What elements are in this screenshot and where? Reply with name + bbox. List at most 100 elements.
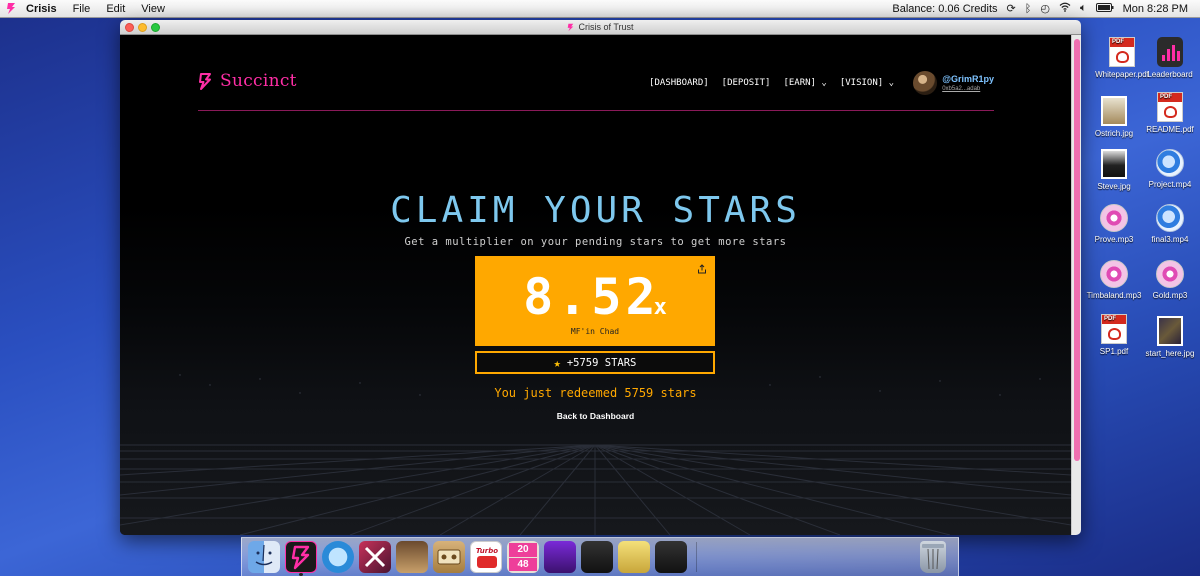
crisis-logo-icon [568,23,574,31]
music-file-icon [1156,260,1184,288]
nav-earn[interactable]: [EARN] ⌄ [783,78,826,88]
battery-icon[interactable] [1095,2,1114,15]
wifi-icon[interactable] [1059,2,1071,15]
apps-folder-dock-icon[interactable] [581,541,613,573]
apps-folder-dock-icon[interactable] [618,541,650,573]
desktop-icon-label: Leaderboard [1147,70,1193,79]
menu-bar: Crisis File Edit View Balance: 0.06 Cred… [0,0,1200,18]
desktop-icon-label: Steve.jpg [1097,182,1131,191]
leaderboard-app-icon [1157,37,1183,67]
desktop-icon-leaderboard[interactable]: Leaderboard [1138,37,1200,79]
star-icon: ★ [553,355,561,370]
window-title: Crisis of Trust [578,22,634,32]
sync-icon[interactable]: ⟳ [1007,2,1016,15]
image-file-icon [1157,316,1183,346]
desktop-icon-label: Project.mp4 [1148,180,1192,189]
minimize-window-button[interactable] [138,23,147,32]
user-profile[interactable]: @GrimR1py 0xb5a2...adab [913,71,994,95]
volume-icon[interactable]: 🔈︎ [1080,2,1087,15]
menu-file[interactable]: File [65,3,99,15]
zoom-window-button[interactable] [151,23,160,32]
menu-clock[interactable]: Mon 8:28 PM [1123,3,1188,15]
nav-vision[interactable]: [VISION] ⌄ [840,78,894,88]
desktop-icon-timbaland[interactable]: Timbaland.mp3 [1082,260,1146,300]
desktop-icon-ostrich[interactable]: Ostrich.jpg [1082,96,1146,138]
desktop-icon-label: Gold.mp3 [1152,291,1188,300]
cassette-dock-icon[interactable] [433,541,465,573]
brand-logo[interactable]: Succinct [198,71,297,91]
browser-dock-icon[interactable] [322,541,354,573]
desktop-icon-final3[interactable]: final3.mp4 [1138,204,1200,244]
dock-separator [696,542,697,572]
dock: Turbo 20 48 [241,537,959,576]
tile-2048-top: 20 [509,543,537,557]
redeemed-message: You just redeemed 5759 stars [494,386,697,400]
stars-button[interactable]: ★ +5759 STARS [475,351,715,374]
scrollbar-thumb[interactable] [1074,39,1080,461]
tile-2048-bottom: 48 [509,557,537,571]
desktop-icon-start-here[interactable]: start_here.jpg [1138,316,1200,358]
desktop-icon-label: final3.mp4 [1151,235,1189,244]
window-titlebar[interactable]: Crisis of Trust [120,20,1081,35]
quicktime-icon [1156,149,1184,177]
stars-button-label: +5759 STARS [566,356,637,369]
crisis-dock-icon[interactable] [285,541,317,576]
utilities-folder-dock-icon[interactable] [655,541,687,573]
photo-app-dock-icon[interactable] [396,541,428,573]
multiplier-value: 8.52x [475,268,715,326]
multiplier-suffix: x [653,295,667,320]
desktop-icon-label: SP1.pdf [1099,347,1129,356]
desktop-icon-sp1[interactable]: SP1.pdf [1082,314,1146,356]
turbo-dock-icon[interactable]: Turbo [470,541,502,573]
desktop-icon-label: start_here.jpg [1145,349,1195,358]
avatar[interactable] [913,71,938,95]
site-header: Succinct [DASHBOARD] [DEPOSIT] [EARN] ⌄ … [198,71,994,111]
image-file-icon [1101,96,1127,126]
multiplier-number: 8.52 [523,268,660,326]
app-window: Crisis of Trust Succinct [DASHBOARD] [DE… [120,20,1081,535]
crisis-logo-icon[interactable] [4,2,18,16]
wallet-address[interactable]: 0xb5a2...adab [942,86,994,92]
user-handle[interactable]: @GrimR1py [942,74,994,84]
bluetooth-icon[interactable]: ᛒ [1025,3,1032,15]
2048-game-dock-icon[interactable]: 20 48 [507,541,539,573]
page-subtitle: Get a multiplier on your pending stars t… [404,236,787,248]
nav-dashboard[interactable]: [DASHBOARD] [649,78,709,88]
page-content: Succinct [DASHBOARD] [DEPOSIT] [EARN] ⌄ … [120,35,1071,535]
music-file-icon [1100,204,1128,232]
menu-edit[interactable]: Edit [98,3,133,15]
trash-icon[interactable] [920,541,946,573]
multiplier-label: MF'in Chad [570,327,620,336]
desktop-icon-gold[interactable]: Gold.mp3 [1138,260,1200,300]
desktop-icon-label: Ostrich.jpg [1094,129,1134,138]
main-nav: [DASHBOARD] [DEPOSIT] [EARN] ⌄ [VISION] … [649,78,894,88]
time-machine-icon[interactable]: ◴ [1040,2,1050,15]
turbo-label: Turbo [476,547,498,555]
brand-name: Succinct [220,71,297,91]
desktop-icon-label: Timbaland.mp3 [1086,291,1142,300]
desktop-icon-steve[interactable]: Steve.jpg [1082,149,1146,191]
scrollbar[interactable] [1071,35,1081,535]
pdf-file-icon [1157,92,1183,122]
pdf-file-icon [1101,314,1127,344]
music-file-icon [1100,260,1128,288]
desktop-icon-project[interactable]: Project.mp4 [1138,149,1200,189]
multiplier-card: 8.52x MF'in Chad [475,256,715,346]
pdf-file-icon [1109,37,1135,67]
game-dock-icon[interactable] [544,541,576,573]
menu-app-name[interactable]: Crisis [24,3,65,15]
nav-deposit[interactable]: [DEPOSIT] [722,78,771,88]
page-title: CLAIM YOUR STARS [390,190,801,231]
succinct-logo-icon [199,72,211,90]
close-window-button[interactable] [125,23,134,32]
x-app-dock-icon[interactable] [359,541,391,573]
desktop-icon-prove[interactable]: Prove.mp3 [1082,204,1146,244]
desktop-icon-label: README.pdf [1146,125,1194,134]
menu-view[interactable]: View [133,3,173,15]
desktop-icon-readme[interactable]: README.pdf [1138,92,1200,134]
quicktime-icon [1156,204,1184,232]
finder-dock-icon[interactable] [248,541,280,573]
balance-credits: Balance: 0.06 Credits [892,2,998,15]
image-file-icon [1101,149,1127,179]
back-to-dashboard-link[interactable]: Back to Dashboard [120,411,1071,421]
